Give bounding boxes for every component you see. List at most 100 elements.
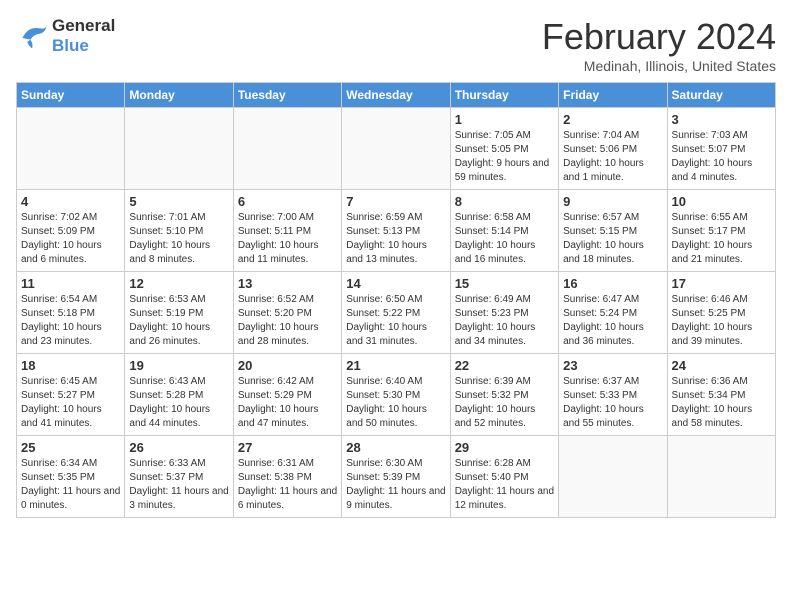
day-detail: Sunrise: 6:53 AMSunset: 5:19 PMDaylight:… — [129, 293, 228, 349]
day-number: 20 — [238, 358, 337, 373]
day-number: 5 — [129, 194, 228, 209]
calendar-cell: 28Sunrise: 6:30 AMSunset: 5:39 PMDayligh… — [342, 436, 450, 518]
day-number: 19 — [129, 358, 228, 373]
day-number: 1 — [455, 112, 554, 127]
col-header-thursday: Thursday — [450, 83, 558, 108]
calendar-cell: 22 Sunrise: 6:39 AMSunset: 5:32 PMDayligh… — [450, 354, 558, 436]
calendar-cell: 12 Sunrise: 6:53 AMSunset: 5:19 PMDayligh… — [125, 272, 233, 354]
day-number: 9 — [563, 194, 662, 209]
day-detail: Sunrise: 6:49 AMSunset: 5:23 PMDaylight:… — [455, 293, 554, 349]
calendar-cell: 7 Sunrise: 6:59 AMSunset: 5:13 PMDaylight… — [342, 190, 450, 272]
day-detail: Sunrise: 6:57 AMSunset: 5:15 PMDaylight:… — [563, 211, 662, 267]
logo: General Blue — [16, 16, 115, 56]
day-detail: Sunrise: 6:34 AMSunset: 5:35 PMDaylight:… — [21, 457, 120, 513]
day-detail: Sunrise: 6:28 AMSunset: 5:40 PMDaylight:… — [455, 457, 554, 513]
day-number: 4 — [21, 194, 120, 209]
day-number: 21 — [346, 358, 445, 373]
calendar-cell — [17, 108, 125, 190]
day-number: 11 — [21, 276, 120, 291]
col-header-saturday: Saturday — [667, 83, 775, 108]
calendar-cell — [667, 436, 775, 518]
calendar-cell: 19 Sunrise: 6:43 AMSunset: 5:28 PMDayligh… — [125, 354, 233, 436]
day-detail: Sunrise: 6:39 AMSunset: 5:32 PMDaylight:… — [455, 375, 554, 431]
calendar-cell — [559, 436, 667, 518]
calendar-week-row: 11 Sunrise: 6:54 AMSunset: 5:18 PMDayligh… — [17, 272, 776, 354]
title-area: February 2024 Medinah, Illinois, United … — [542, 16, 776, 74]
calendar-cell: 26 Sunrise: 6:33 AMSunset: 5:37 PMDayligh… — [125, 436, 233, 518]
day-detail: Sunrise: 6:54 AMSunset: 5:18 PMDaylight:… — [21, 293, 120, 349]
calendar-cell: 10 Sunrise: 6:55 AMSunset: 5:17 PMDayligh… — [667, 190, 775, 272]
day-number: 6 — [238, 194, 337, 209]
day-detail: Sunrise: 7:02 AMSunset: 5:09 PMDaylight:… — [21, 211, 120, 267]
logo-bird-icon — [16, 22, 48, 50]
day-detail: Sunrise: 7:05 AMSunset: 5:05 PMDaylight:… — [455, 129, 554, 185]
calendar-cell: 21 Sunrise: 6:40 AMSunset: 5:30 PMDayligh… — [342, 354, 450, 436]
day-number: 13 — [238, 276, 337, 291]
calendar-cell: 2 Sunrise: 7:04 AMSunset: 5:06 PMDaylight… — [559, 108, 667, 190]
calendar-cell: 6Sunrise: 7:00 AMSunset: 5:11 PMDaylight… — [233, 190, 341, 272]
day-detail: Sunrise: 6:47 AMSunset: 5:24 PMDaylight:… — [563, 293, 662, 349]
day-number: 22 — [455, 358, 554, 373]
calendar-cell: 1 Sunrise: 7:05 AMSunset: 5:05 PMDaylight… — [450, 108, 558, 190]
col-header-friday: Friday — [559, 83, 667, 108]
calendar-cell: 11 Sunrise: 6:54 AMSunset: 5:18 PMDayligh… — [17, 272, 125, 354]
day-number: 25 — [21, 440, 120, 455]
calendar-cell: 25 Sunrise: 6:34 AMSunset: 5:35 PMDayligh… — [17, 436, 125, 518]
calendar-cell: 29 Sunrise: 6:28 AMSunset: 5:40 PMDayligh… — [450, 436, 558, 518]
day-detail: Sunrise: 6:55 AMSunset: 5:17 PMDaylight:… — [672, 211, 771, 267]
calendar-cell: 14Sunrise: 6:50 AMSunset: 5:22 PMDayligh… — [342, 272, 450, 354]
calendar-cell: 16Sunrise: 6:47 AMSunset: 5:24 PMDayligh… — [559, 272, 667, 354]
day-number: 28 — [346, 440, 445, 455]
day-detail: Sunrise: 6:33 AMSunset: 5:37 PMDaylight:… — [129, 457, 228, 513]
day-detail: Sunrise: 6:40 AMSunset: 5:30 PMDaylight:… — [346, 375, 445, 431]
day-detail: Sunrise: 6:31 AMSunset: 5:38 PMDaylight:… — [238, 457, 337, 513]
day-detail: Sunrise: 7:04 AMSunset: 5:06 PMDaylight:… — [563, 129, 662, 185]
day-detail: Sunrise: 6:37 AMSunset: 5:33 PMDaylight:… — [563, 375, 662, 431]
col-header-sunday: Sunday — [17, 83, 125, 108]
calendar-cell: 17 Sunrise: 6:46 AMSunset: 5:25 PMDayligh… — [667, 272, 775, 354]
day-number: 3 — [672, 112, 771, 127]
calendar-cell: 27Sunrise: 6:31 AMSunset: 5:38 PMDayligh… — [233, 436, 341, 518]
calendar-cell — [125, 108, 233, 190]
calendar-week-row: 1 Sunrise: 7:05 AMSunset: 5:05 PMDaylight… — [17, 108, 776, 190]
col-header-tuesday: Tuesday — [233, 83, 341, 108]
calendar-cell: 13Sunrise: 6:52 AMSunset: 5:20 PMDayligh… — [233, 272, 341, 354]
day-number: 17 — [672, 276, 771, 291]
day-number: 15 — [455, 276, 554, 291]
location-title: Medinah, Illinois, United States — [542, 58, 776, 74]
calendar-cell: 3Sunrise: 7:03 AMSunset: 5:07 PMDaylight… — [667, 108, 775, 190]
day-detail: Sunrise: 6:45 AMSunset: 5:27 PMDaylight:… — [21, 375, 120, 431]
day-number: 2 — [563, 112, 662, 127]
col-header-monday: Monday — [125, 83, 233, 108]
calendar-cell: 9 Sunrise: 6:57 AMSunset: 5:15 PMDaylight… — [559, 190, 667, 272]
day-detail: Sunrise: 6:50 AMSunset: 5:22 PMDaylight:… — [346, 293, 445, 349]
day-number: 12 — [129, 276, 228, 291]
calendar-cell: 5Sunrise: 7:01 AMSunset: 5:10 PMDaylight… — [125, 190, 233, 272]
header: General Blue February 2024 Medinah, Illi… — [16, 16, 776, 74]
calendar-cell: 15 Sunrise: 6:49 AMSunset: 5:23 PMDayligh… — [450, 272, 558, 354]
day-number: 18 — [21, 358, 120, 373]
logo-text: General Blue — [52, 16, 115, 56]
calendar-cell: 4 Sunrise: 7:02 AMSunset: 5:09 PMDaylight… — [17, 190, 125, 272]
calendar-week-row: 4 Sunrise: 7:02 AMSunset: 5:09 PMDaylight… — [17, 190, 776, 272]
day-number: 10 — [672, 194, 771, 209]
calendar-cell — [342, 108, 450, 190]
day-number: 26 — [129, 440, 228, 455]
calendar-week-row: 25 Sunrise: 6:34 AMSunset: 5:35 PMDayligh… — [17, 436, 776, 518]
calendar-week-row: 18 Sunrise: 6:45 AMSunset: 5:27 PMDayligh… — [17, 354, 776, 436]
calendar-cell: 18 Sunrise: 6:45 AMSunset: 5:27 PMDayligh… — [17, 354, 125, 436]
calendar-cell: 20 Sunrise: 6:42 AMSunset: 5:29 PMDayligh… — [233, 354, 341, 436]
calendar-header-row: SundayMondayTuesdayWednesdayThursdayFrid… — [17, 83, 776, 108]
day-number: 23 — [563, 358, 662, 373]
day-detail: Sunrise: 6:36 AMSunset: 5:34 PMDaylight:… — [672, 375, 771, 431]
day-number: 29 — [455, 440, 554, 455]
day-detail: Sunrise: 6:59 AMSunset: 5:13 PMDaylight:… — [346, 211, 445, 267]
calendar-cell: 24Sunrise: 6:36 AMSunset: 5:34 PMDayligh… — [667, 354, 775, 436]
day-detail: Sunrise: 6:42 AMSunset: 5:29 PMDaylight:… — [238, 375, 337, 431]
day-number: 7 — [346, 194, 445, 209]
month-title: February 2024 — [542, 16, 776, 58]
day-detail: Sunrise: 6:46 AMSunset: 5:25 PMDaylight:… — [672, 293, 771, 349]
day-detail: Sunrise: 6:43 AMSunset: 5:28 PMDaylight:… — [129, 375, 228, 431]
calendar-cell: 8Sunrise: 6:58 AMSunset: 5:14 PMDaylight… — [450, 190, 558, 272]
calendar-cell: 23 Sunrise: 6:37 AMSunset: 5:33 PMDayligh… — [559, 354, 667, 436]
